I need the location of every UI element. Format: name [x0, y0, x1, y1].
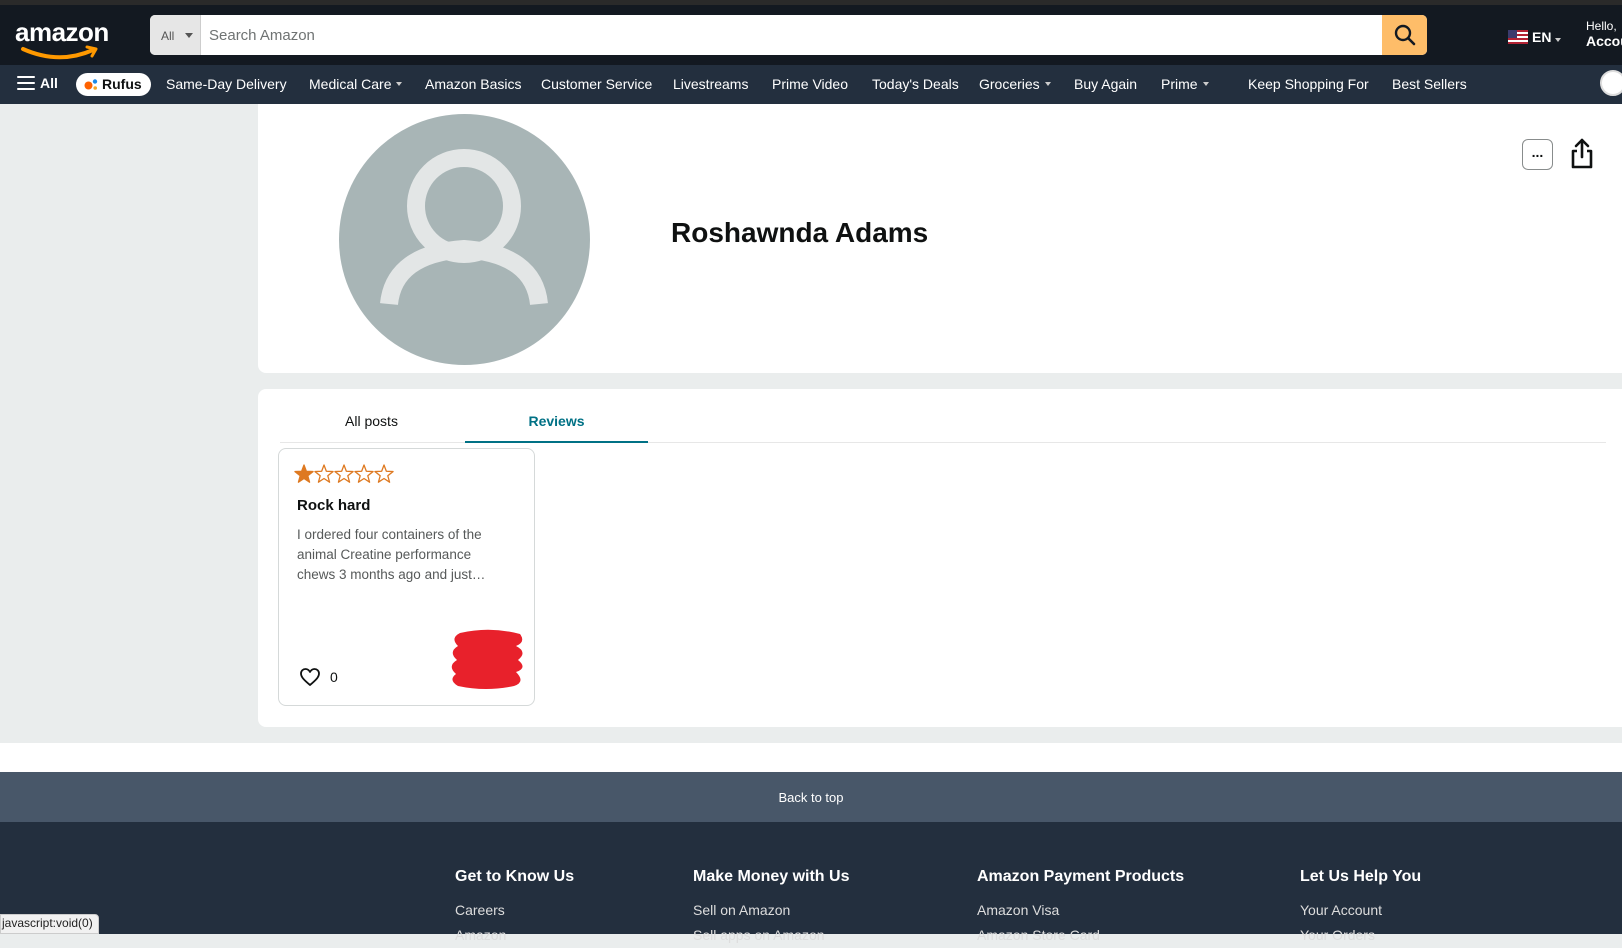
avatar — [339, 114, 590, 365]
profile-tabs: All posts Reviews — [280, 389, 1606, 443]
amazon-logo[interactable]: amazon — [15, 17, 115, 60]
back-to-top-link[interactable]: Back to top — [0, 772, 1622, 822]
nav-item-medical-care[interactable]: Medical Care — [309, 76, 403, 92]
footer-column-get-to-know-us: Get to Know Us Careers Amazon — [455, 868, 574, 948]
footer-link[interactable]: Amazon — [455, 923, 574, 948]
all-menu-label: All — [40, 75, 58, 91]
nav-item-label: Today's Deals — [872, 76, 959, 92]
footer-link[interactable]: Your Account — [1300, 898, 1421, 923]
logo-smile-icon — [21, 45, 98, 60]
nav-item-prime-video[interactable]: Prime Video — [772, 76, 848, 92]
nav-item-prime[interactable]: Prime — [1161, 76, 1209, 92]
more-options-button[interactable]: ... — [1522, 139, 1553, 170]
nav-item-label: Customer Service — [541, 76, 653, 92]
footer-column-make-money: Make Money with Us Sell on Amazon Sell a… — [693, 868, 849, 948]
chevron-down-icon — [1555, 38, 1562, 42]
nav-item-best-sellers[interactable]: Best Sellers — [1392, 76, 1467, 92]
footer-column-payment-products: Amazon Payment Products Amazon Visa Amaz… — [977, 868, 1184, 948]
nav-item-livestreams[interactable]: Livestreams — [673, 76, 748, 92]
language-label: EN — [1532, 29, 1552, 45]
search-category-label: All — [161, 29, 175, 43]
nav-item-amazon-basics[interactable]: Amazon Basics — [425, 76, 521, 92]
account-menu[interactable]: Hello, Accou — [1586, 19, 1622, 49]
tab-reviews[interactable]: Reviews — [465, 413, 648, 443]
star-rating — [294, 464, 398, 484]
nav-item-todays-deals[interactable]: Today's Deals — [872, 76, 959, 92]
like-count: 0 — [330, 669, 338, 685]
footer-heading: Amazon Payment Products — [977, 868, 1185, 885]
footer-link[interactable]: Amazon Store Card — [977, 923, 1184, 948]
redaction-mark — [451, 629, 523, 689]
review-title: Rock hard — [297, 497, 371, 514]
footer: Get to Know Us Careers Amazon Make Money… — [0, 822, 1622, 943]
footer-heading: Let Us Help You — [1300, 868, 1422, 885]
footer-link[interactable]: Sell on Amazon — [693, 898, 849, 923]
chevron-down-icon — [185, 33, 193, 38]
rufus-label: Rufus — [102, 76, 142, 92]
nav-item-label: Groceries — [979, 76, 1040, 92]
search-button[interactable] — [1382, 15, 1427, 55]
share-icon — [1571, 138, 1593, 169]
footer-link[interactable]: Amazon Visa — [977, 898, 1184, 923]
review-body: I ordered four containers of the animal … — [297, 527, 486, 582]
nav-item-groceries[interactable]: Groceries — [979, 76, 1051, 92]
nav-item-label: Prime — [1161, 76, 1198, 92]
hamburger-icon — [17, 76, 35, 90]
search-category-dropdown[interactable]: All — [150, 15, 201, 55]
footer-spacer — [0, 743, 1622, 772]
us-flag-icon — [1508, 30, 1528, 44]
chevron-down-icon — [396, 82, 403, 86]
rufus-icon — [84, 79, 98, 90]
nav-item-label: Keep Shopping For — [1248, 76, 1369, 92]
star-empty-icon — [334, 464, 354, 483]
nav-item-label: Buy Again — [1074, 76, 1138, 92]
language-selector[interactable]: EN — [1508, 29, 1562, 45]
like-button[interactable]: 0 — [299, 667, 338, 687]
star-empty-icon — [354, 464, 374, 483]
nav-item-label: Same-Day Delivery — [166, 76, 287, 92]
star-empty-icon — [314, 464, 334, 483]
logo-text: amazon — [15, 17, 109, 47]
review-card[interactable]: Rock hard I ordered four containers of t… — [278, 448, 535, 706]
posts-section: All posts Reviews Rock hard I ordered fo… — [258, 389, 1622, 727]
search-bar: All — [150, 15, 1427, 55]
default-user-icon — [380, 149, 548, 306]
search-input[interactable] — [201, 15, 1381, 55]
nav-bar: All Rufus Same-Day Delivery Medical Care… — [0, 65, 1622, 104]
footer-link[interactable]: Sell apps on Amazon — [693, 923, 849, 948]
header: amazon All EN Hello, Accou — [0, 5, 1622, 65]
footer-heading: Make Money with Us — [693, 868, 850, 885]
chevron-down-icon — [1202, 82, 1209, 86]
account-greeting: Hello, — [1586, 19, 1617, 33]
footer-link[interactable]: Careers — [455, 898, 574, 923]
promo-badge-icon[interactable] — [1600, 70, 1622, 96]
star-filled-icon — [294, 464, 314, 483]
profile-name: Roshawnda Adams — [671, 217, 929, 248]
tab-all-posts[interactable]: All posts — [280, 413, 463, 429]
rufus-button[interactable]: Rufus — [76, 73, 151, 96]
browser-status-bar: javascript:void(0) — [0, 914, 99, 934]
nav-item-label: Amazon Basics — [425, 76, 522, 92]
chevron-down-icon — [1044, 82, 1051, 86]
all-menu-button[interactable]: All — [17, 75, 58, 91]
footer-column-help: Let Us Help You Your Account Your Orders — [1300, 868, 1421, 948]
search-icon — [1394, 24, 1415, 46]
nav-item-label: Livestreams — [673, 76, 749, 92]
star-rating-icons — [294, 464, 394, 483]
share-button[interactable] — [1567, 137, 1597, 171]
nav-item-same-day-delivery[interactable]: Same-Day Delivery — [166, 76, 287, 92]
nav-item-buy-again[interactable]: Buy Again — [1074, 76, 1137, 92]
footer-heading: Get to Know Us — [455, 868, 575, 885]
star-empty-icon — [374, 464, 394, 483]
profile-header-card: Roshawnda Adams ... — [258, 104, 1622, 373]
nav-item-label: Medical Care — [309, 76, 392, 92]
nav-item-label: Prime Video — [772, 76, 849, 92]
nav-item-keep-shopping-for[interactable]: Keep Shopping For — [1248, 76, 1369, 92]
account-label: Accou — [1586, 33, 1622, 49]
nav-item-customer-service[interactable]: Customer Service — [541, 76, 652, 92]
footer-link[interactable]: Your Orders — [1300, 923, 1421, 948]
nav-item-label: Best Sellers — [1392, 76, 1467, 92]
heart-icon — [300, 668, 320, 686]
